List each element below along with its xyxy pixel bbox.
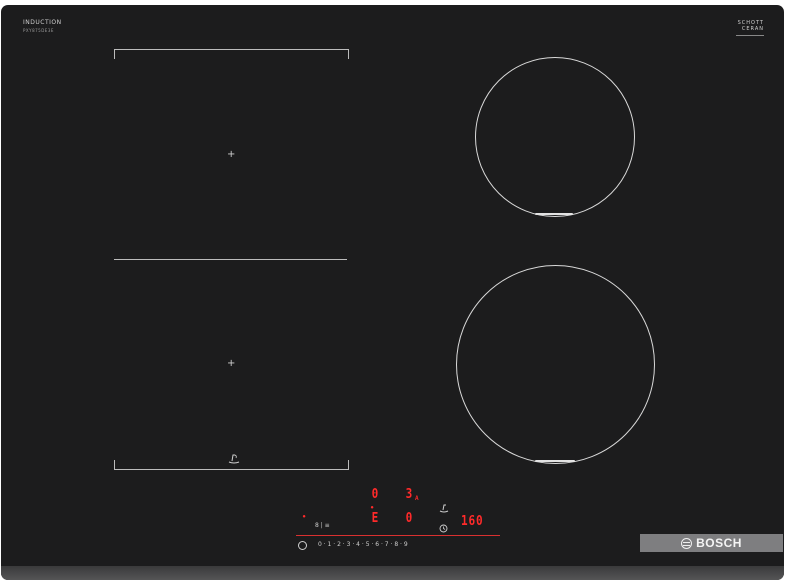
power-icon[interactable] bbox=[298, 541, 307, 550]
status-led-center: • bbox=[370, 504, 375, 512]
bosch-wordmark: BOSCH bbox=[696, 536, 742, 550]
cooking-zone-front-right[interactable] bbox=[456, 265, 655, 464]
zone-indicator-front-right bbox=[535, 460, 575, 462]
zone-indicator-rear-right bbox=[535, 213, 573, 215]
power-display-front-left: E bbox=[371, 511, 379, 526]
power-slider-scale[interactable]: 0 · 1 · 2 · 3 · 4 · 5 · 6 · 7 · 8 · 9 bbox=[318, 541, 408, 548]
flex-zone-divider bbox=[114, 259, 347, 260]
power-boost-indicator: A bbox=[415, 495, 419, 502]
timer-icon[interactable] bbox=[439, 524, 448, 533]
cooking-zone-rear-right[interactable] bbox=[475, 57, 635, 217]
cooktop-frame-edge bbox=[1, 566, 784, 580]
power-slider-track[interactable] bbox=[296, 535, 500, 536]
bosch-logo-icon bbox=[681, 537, 693, 549]
cooktop-surface: INDUCTION PXY875DE3E SCHOTT CERAN + + 0 … bbox=[1, 5, 784, 580]
flex-zone-top-bracket bbox=[114, 49, 349, 59]
power-display-front-right: 0 bbox=[405, 511, 413, 526]
cookware-sensor-icon bbox=[228, 454, 240, 464]
ceran-rule bbox=[736, 35, 764, 36]
status-led-left: • bbox=[302, 513, 307, 521]
fry-sensor-icon[interactable] bbox=[438, 503, 450, 513]
power-display-rear-right: 3 bbox=[405, 487, 413, 502]
bosch-brand-plate: BOSCH bbox=[640, 534, 783, 552]
power-display-rear-left: 0 bbox=[371, 487, 379, 502]
control-icons-left[interactable]: 8 | ≡ bbox=[315, 523, 330, 529]
ceran-brand-label: SCHOTT CERAN bbox=[736, 20, 764, 36]
ceran-label: CERAN bbox=[741, 26, 764, 32]
model-label: PXY875DE3E bbox=[23, 28, 54, 33]
induction-label: INDUCTION bbox=[23, 19, 62, 26]
timer-temperature-display: 160 bbox=[460, 514, 484, 529]
zone-center-cross-top: + bbox=[227, 149, 236, 160]
zone-center-cross-bottom: + bbox=[227, 358, 236, 369]
induction-brand-label: INDUCTION PXY875DE3E bbox=[23, 19, 62, 35]
